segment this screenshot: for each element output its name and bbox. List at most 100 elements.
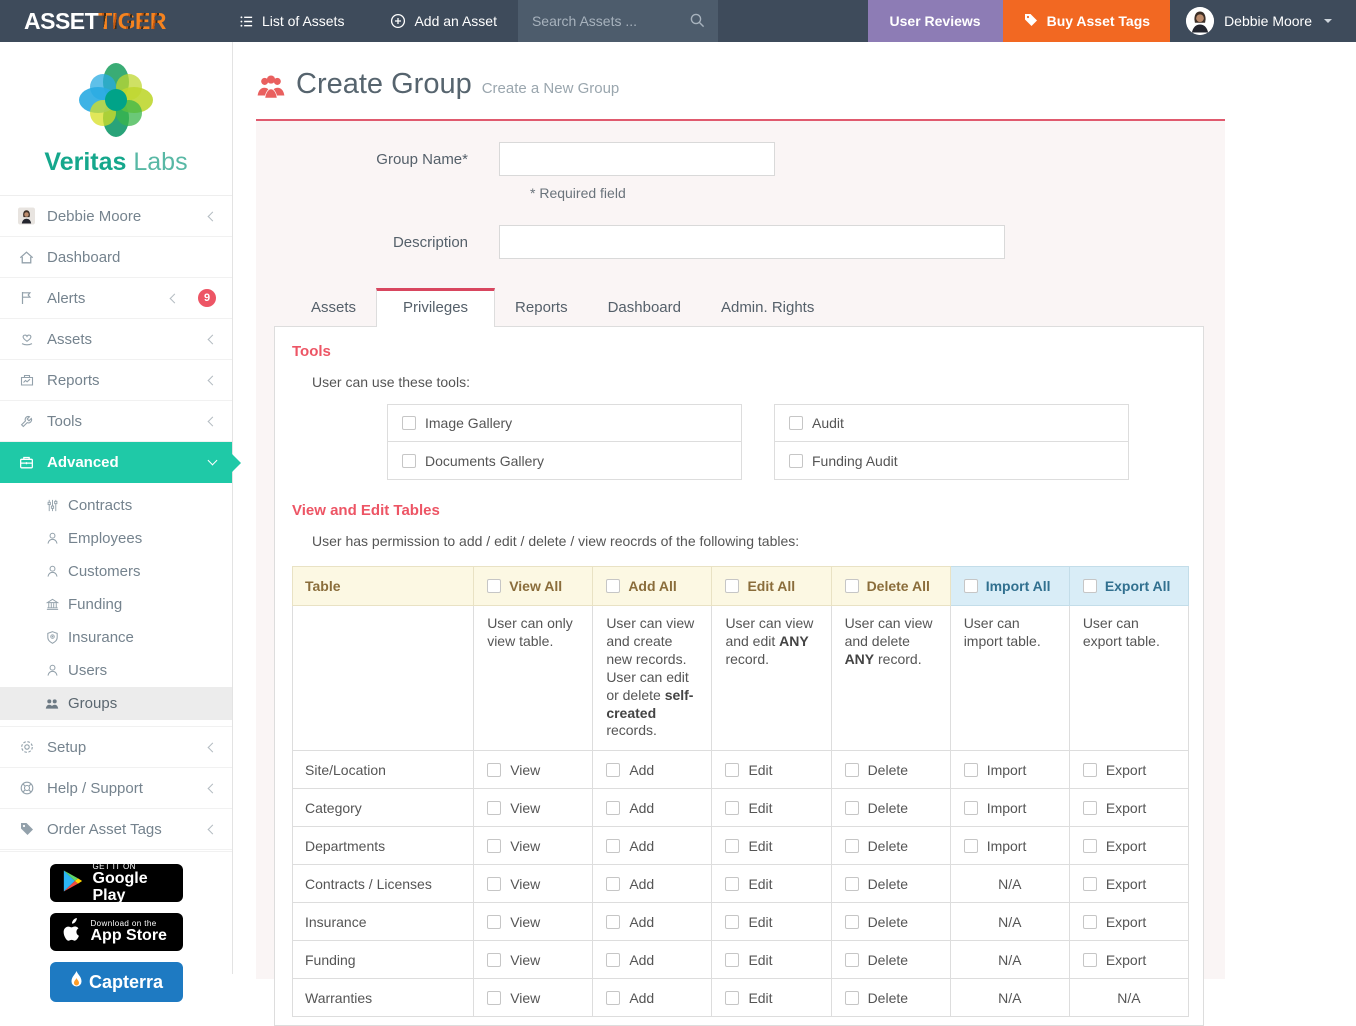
delete-checkbox[interactable] — [845, 953, 859, 967]
app-store-badge[interactable]: Download on theApp Store — [50, 913, 183, 951]
import-all-checkbox[interactable] — [964, 579, 978, 593]
export-checkbox[interactable] — [1083, 915, 1097, 929]
tools-checkbox-grid: Image Gallery Documents Gallery Audit Fu… — [387, 404, 1186, 480]
view-checkbox[interactable] — [487, 953, 501, 967]
tab-reports[interactable]: Reports — [495, 290, 588, 326]
submenu-item-label: Contracts — [68, 497, 132, 514]
add-an-asset-link[interactable]: Add an Asset — [375, 0, 512, 42]
export-checkbox[interactable] — [1083, 763, 1097, 777]
add-checkbox[interactable] — [606, 801, 620, 815]
edit-checkbox[interactable] — [725, 991, 739, 1005]
add-label: Add — [629, 914, 654, 930]
tab-dashboard[interactable]: Dashboard — [588, 290, 701, 326]
delete-checkbox[interactable] — [845, 991, 859, 1005]
edit-label: Edit — [748, 838, 772, 854]
logo-secondary-text: Labs — [133, 148, 187, 176]
sidebar-item-alerts[interactable]: Alerts 9 — [0, 278, 232, 319]
col-header-add-all: Add All — [628, 578, 676, 594]
delete-checkbox[interactable] — [845, 763, 859, 777]
list-of-assets-label: List of Assets — [262, 13, 344, 29]
description-input[interactable] — [499, 225, 1005, 259]
sidebar-item-label: Alerts — [47, 290, 159, 307]
export-checkbox[interactable] — [1083, 953, 1097, 967]
submenu-item-groups[interactable]: Groups — [0, 687, 232, 720]
submenu-item-funding[interactable]: Funding — [0, 588, 232, 621]
view-checkbox[interactable] — [487, 991, 501, 1005]
edit-checkbox[interactable] — [725, 839, 739, 853]
import-checkbox[interactable] — [964, 839, 978, 853]
add-checkbox[interactable] — [606, 763, 620, 777]
col-header-export-all: Export All — [1105, 578, 1171, 594]
submenu-item-users[interactable]: Users — [0, 654, 232, 687]
tab-admin-rights[interactable]: Admin. Rights — [701, 290, 834, 326]
add-checkbox[interactable] — [606, 877, 620, 891]
delete-checkbox[interactable] — [845, 915, 859, 929]
delete-checkbox[interactable] — [845, 839, 859, 853]
funding-audit-checkbox[interactable] — [789, 454, 803, 468]
export-checkbox[interactable] — [1083, 801, 1097, 815]
group-name-input[interactable] — [499, 142, 775, 176]
edit-all-checkbox[interactable] — [725, 579, 739, 593]
edit-checkbox[interactable] — [725, 953, 739, 967]
add-all-checkbox[interactable] — [606, 579, 620, 593]
assettiger-logo[interactable]: ASSETTIGER — [0, 0, 186, 42]
sidebar-item-help-support[interactable]: Help / Support — [0, 768, 232, 809]
buy-asset-tags-button[interactable]: Buy Asset Tags — [1003, 0, 1170, 42]
user-reviews-button[interactable]: User Reviews — [868, 0, 1003, 42]
submenu-item-insurance[interactable]: Insurance — [0, 621, 232, 654]
sidebar-item-tools[interactable]: Tools — [0, 401, 232, 442]
search-icon[interactable] — [689, 12, 706, 34]
view-all-checkbox[interactable] — [487, 579, 501, 593]
delete-checkbox[interactable] — [845, 801, 859, 815]
import-checkbox[interactable] — [964, 801, 978, 815]
view-checkbox[interactable] — [487, 877, 501, 891]
view-checkbox[interactable] — [487, 915, 501, 929]
tab-assets[interactable]: Assets — [291, 290, 376, 326]
delete-label: Delete — [868, 762, 908, 778]
edit-checkbox[interactable] — [725, 801, 739, 815]
delete-all-checkbox[interactable] — [845, 579, 859, 593]
export-checkbox[interactable] — [1083, 877, 1097, 891]
delete-checkbox[interactable] — [845, 877, 859, 891]
user-menu[interactable]: Debbie Moore — [1170, 0, 1356, 42]
search-input[interactable] — [518, 0, 718, 42]
view-checkbox[interactable] — [487, 839, 501, 853]
add-checkbox[interactable] — [606, 953, 620, 967]
google-play-badge[interactable]: GET IT ONGoogle Play — [50, 864, 183, 902]
sidebar-item-setup[interactable]: Setup — [0, 727, 232, 768]
col-header-view-all: View All — [509, 578, 562, 594]
audit-checkbox[interactable] — [789, 416, 803, 430]
add-checkbox[interactable] — [606, 915, 620, 929]
edit-checkbox[interactable] — [725, 763, 739, 777]
sidebar-item-reports[interactable]: Reports — [0, 360, 232, 401]
submenu-item-employees[interactable]: Employees — [0, 522, 232, 555]
sidebar-item-assets[interactable]: Assets — [0, 319, 232, 360]
sidebar-item-profile[interactable]: Debbie Moore — [0, 196, 232, 237]
export-all-checkbox[interactable] — [1083, 579, 1097, 593]
list-of-assets-link[interactable]: List of Assets — [224, 0, 359, 42]
sidebar-item-dashboard[interactable]: Dashboard — [0, 237, 232, 278]
documents-gallery-checkbox[interactable] — [402, 454, 416, 468]
sidebar-item-advanced[interactable]: Advanced — [0, 442, 232, 483]
export-checkbox[interactable] — [1083, 839, 1097, 853]
add-checkbox[interactable] — [606, 839, 620, 853]
submenu-item-customers[interactable]: Customers — [0, 555, 232, 588]
sidebar-item-order-asset-tags[interactable]: Order Asset Tags — [0, 809, 232, 850]
edit-checkbox[interactable] — [725, 915, 739, 929]
profile-avatar — [18, 206, 35, 226]
submenu-item-contracts[interactable]: Contracts — [0, 489, 232, 522]
view-checkbox[interactable] — [487, 801, 501, 815]
tab-privileges[interactable]: Privileges — [376, 288, 495, 327]
import-label: Import — [987, 800, 1027, 816]
import-checkbox[interactable] — [964, 763, 978, 777]
image-gallery-checkbox[interactable] — [402, 416, 416, 430]
add-checkbox[interactable] — [606, 991, 620, 1005]
create-group-form: Group Name* * Required field Description… — [256, 119, 1225, 979]
bank-icon — [44, 597, 60, 612]
add-label: Add — [629, 990, 654, 1006]
brand-tiger: TIGER — [98, 8, 166, 35]
view-checkbox[interactable] — [487, 763, 501, 777]
user-reviews-label: User Reviews — [890, 13, 981, 29]
table-row-contracts-licenses: Contracts / Licenses View Add Edit Delet… — [293, 865, 1189, 903]
edit-checkbox[interactable] — [725, 877, 739, 891]
